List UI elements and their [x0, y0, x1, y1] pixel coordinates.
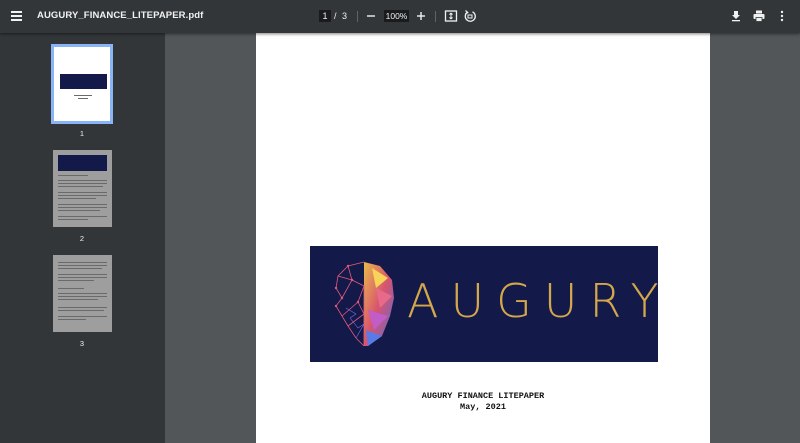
thumbnail-text-line — [58, 219, 88, 220]
toolbar-divider — [357, 11, 358, 22]
thumbnail-label: 2 — [79, 234, 85, 243]
zoom-in-icon[interactable] — [414, 9, 428, 23]
page-separator: / — [334, 11, 337, 21]
print-icon[interactable] — [752, 9, 766, 23]
thumbnail-text-line — [74, 95, 92, 96]
toolbar-divider — [435, 11, 436, 22]
thumbnail-page-3[interactable] — [53, 255, 112, 332]
thumbnail-page-2[interactable] — [53, 150, 112, 227]
thumbnail-text-line — [58, 183, 107, 184]
page-number-input[interactable]: 1 — [319, 10, 331, 22]
rotate-icon[interactable] — [463, 9, 477, 23]
zoom-out-icon[interactable] — [364, 9, 378, 23]
pdf-page-1: AUGURY AUGURY FINANCE LITEPAPER May, 202… — [256, 33, 710, 443]
thumbnail-logo — [58, 155, 107, 171]
augury-logo: AUGURY — [310, 246, 658, 362]
fit-page-icon[interactable] — [444, 9, 458, 23]
document-title: AUGURY_FINANCE_LITEPAPER.pdf — [37, 10, 204, 21]
thumbnail-text-line — [58, 288, 84, 289]
thumbnail-text-line — [58, 316, 107, 317]
thumbnail-text-line — [58, 192, 107, 193]
thumbnail-text-line — [58, 277, 107, 278]
thumbnail-text-line — [58, 319, 86, 320]
thumbnail-text-line — [58, 265, 107, 266]
thumbnail-text-line — [58, 280, 94, 281]
menu-icon[interactable] — [8, 6, 28, 26]
thumbnail-text-line — [58, 293, 107, 294]
thumbnail-text-line — [58, 299, 98, 300]
thumbnail-text-line — [58, 175, 88, 176]
thumbnail-text-line — [58, 204, 107, 205]
toolbar: AUGURY_FINANCE_LITEPAPER.pdf 1 / 3 100% — [0, 0, 800, 33]
thumbnail-logo — [60, 74, 107, 89]
thumbnail-text-line — [58, 207, 107, 208]
zoom-input[interactable]: 100% — [384, 10, 409, 22]
thumbnail-text-line — [58, 274, 107, 275]
thumbnail-text-line — [58, 210, 100, 211]
thumbnail-text-line — [58, 216, 107, 217]
thumbnail-text-line — [58, 296, 107, 297]
thumbnail-text-line — [58, 310, 104, 311]
polygon-face-icon — [334, 261, 394, 347]
thumbnail-text-line — [58, 198, 96, 199]
thumbnail-label: 3 — [79, 339, 85, 348]
page-total: 3 — [342, 11, 348, 21]
download-icon[interactable] — [729, 9, 743, 23]
document-viewer[interactable]: AUGURY AUGURY FINANCE LITEPAPER May, 202… — [165, 33, 800, 443]
thumbnail-text-line — [58, 195, 107, 196]
thumbnail-text-line — [58, 180, 107, 181]
thumbnail-sidebar: 1 2 3 — [0, 33, 165, 443]
pdf-viewer: AUGURY_FINANCE_LITEPAPER.pdf 1 / 3 100% — [0, 0, 800, 443]
document-date-text: May, 2021 — [460, 402, 506, 412]
thumbnail-text-line — [78, 98, 88, 99]
thumbnail-text-line — [58, 262, 107, 263]
thumbnail-text-line — [58, 268, 102, 269]
more-vert-icon[interactable] — [775, 9, 789, 23]
thumbnail-label: 1 — [79, 129, 85, 138]
thumbnail-text-line — [58, 307, 107, 308]
logo-wordmark: AUGURY — [407, 274, 658, 328]
thumbnail-page-1[interactable] — [51, 44, 113, 124]
thumbnail-text-line — [58, 186, 103, 187]
document-title-text: AUGURY FINANCE LITEPAPER — [421, 391, 545, 401]
